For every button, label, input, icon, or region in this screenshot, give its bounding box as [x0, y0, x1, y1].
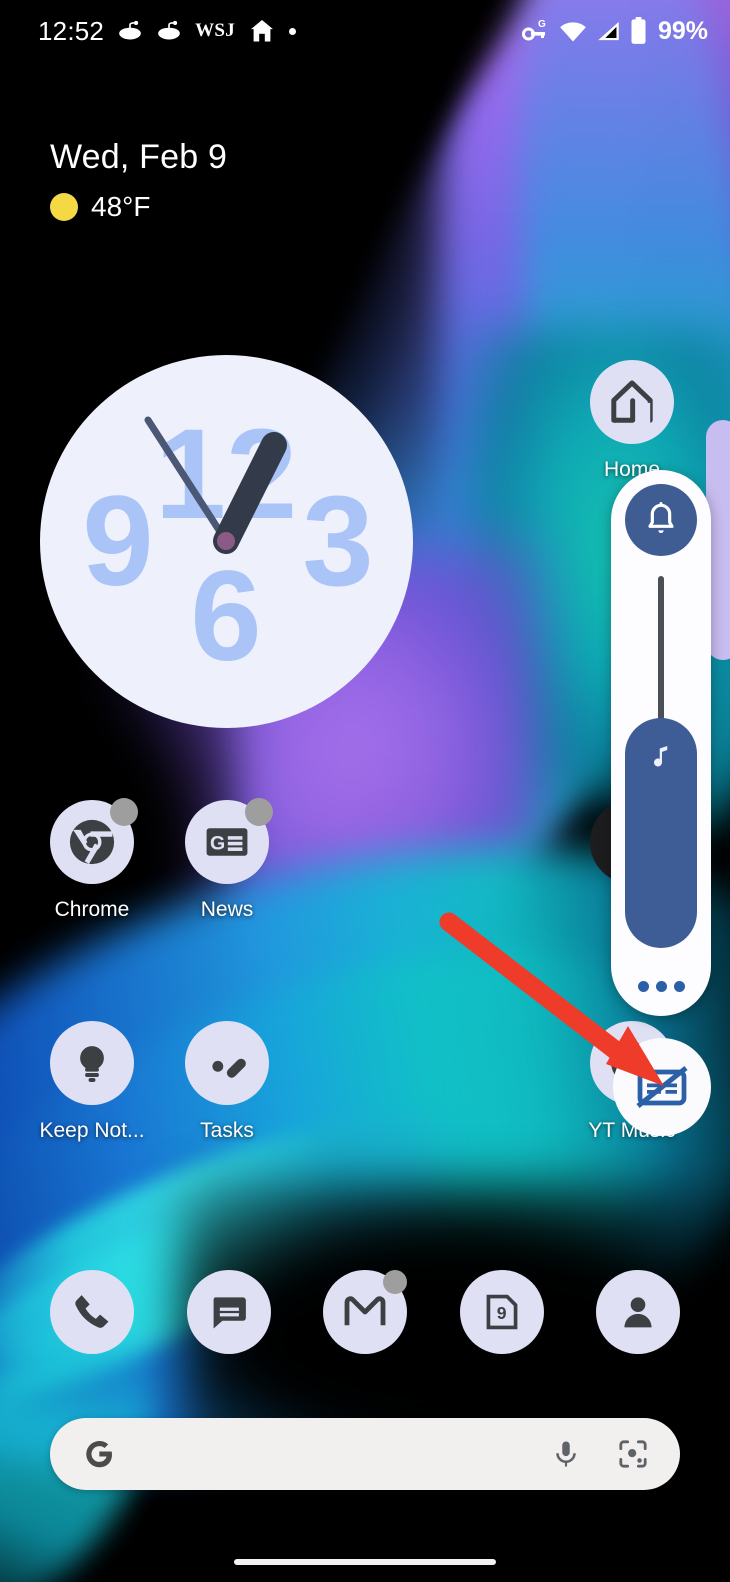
reddit-icon-2 — [156, 18, 182, 44]
clock-center-pin — [217, 532, 235, 550]
volume-slider[interactable] — [625, 576, 697, 948]
closed-captions-off-icon — [636, 1066, 688, 1108]
ring-mode-button[interactable] — [625, 484, 697, 556]
dock-item-calendar[interactable]: 9 — [459, 1270, 544, 1354]
dock-item-contacts[interactable] — [596, 1270, 680, 1354]
more-dot-2 — [655, 980, 667, 992]
app-news[interactable]: G News — [152, 798, 302, 922]
gesture-nav-pill[interactable] — [234, 1559, 496, 1565]
google-g-icon — [80, 1435, 118, 1473]
more-notifications-dot — [289, 27, 297, 35]
temperature: 48°F — [91, 191, 151, 222]
microphone-icon[interactable] — [550, 1438, 582, 1470]
cellular-signal-icon — [596, 19, 621, 43]
google-home-icon[interactable] — [590, 360, 674, 444]
messages-icon — [213, 1297, 246, 1329]
svg-text:9: 9 — [496, 1303, 506, 1323]
status-bar-left: 12:52 WSJ — [38, 16, 522, 47]
app-keep-notes[interactable]: Keep Not... — [17, 1021, 167, 1143]
dock-item-phone[interactable] — [50, 1270, 134, 1354]
chrome-icon[interactable] — [50, 798, 138, 884]
android-home-screen: 12:52 WSJ G 99% Wed, Feb 9 48°F 12 3 6 9… — [0, 0, 730, 1582]
app-tasks[interactable]: Tasks — [152, 1021, 302, 1143]
clock-numeral-3: 3 — [302, 470, 373, 613]
app-label-tasks: Tasks — [200, 1119, 254, 1142]
date-weather-widget[interactable]: Wed, Feb 9 48°F — [50, 138, 227, 223]
calendar-icon: 9 — [486, 1294, 517, 1330]
status-bar-clock: 12:52 — [38, 15, 105, 46]
google-tasks-icon[interactable] — [185, 1021, 269, 1105]
analog-clock-widget[interactable]: 12 3 6 9 — [40, 355, 413, 728]
keep-notes-icon[interactable] — [50, 1021, 134, 1105]
volume-settings-button[interactable] — [625, 964, 697, 1008]
sunny-icon — [50, 193, 78, 221]
dock[interactable]: 9 — [0, 1265, 730, 1359]
wifi-icon — [559, 19, 587, 43]
status-bar-right: G 99% — [521, 16, 708, 46]
current-date: Wed, Feb 9 — [50, 138, 228, 176]
captions-off-button[interactable] — [613, 1038, 711, 1136]
google-news-icon[interactable]: G — [185, 798, 273, 884]
dock-item-gmail[interactable] — [323, 1270, 407, 1354]
notification-dot-gmail — [383, 1270, 407, 1294]
home-notification-icon — [248, 17, 276, 45]
svg-text:G: G — [210, 833, 225, 855]
contacts-icon — [624, 1297, 652, 1328]
app-chrome[interactable]: Chrome — [17, 798, 167, 922]
more-dot-3 — [673, 980, 685, 992]
app-label-chrome: Chrome — [54, 898, 130, 921]
wsj-icon: WSJ — [195, 20, 236, 41]
app-label-news: News — [200, 898, 254, 921]
vpn-key-icon: G — [521, 18, 550, 44]
notification-dot-news — [245, 798, 273, 826]
google-search-bar[interactable] — [50, 1418, 680, 1490]
clock-numeral-9: 9 — [82, 470, 153, 613]
app-label-keep-notes: Keep Not... — [39, 1119, 145, 1142]
weather-row[interactable]: 48°F — [50, 191, 227, 223]
google-lens-icon[interactable] — [616, 1437, 650, 1471]
battery-icon — [630, 17, 647, 45]
music-note-icon — [654, 746, 668, 767]
more-dot-1 — [637, 980, 649, 992]
dock-item-messages[interactable] — [186, 1270, 271, 1354]
phone-icon — [75, 1295, 109, 1328]
reddit-icon — [117, 18, 143, 44]
notification-dot-chrome — [110, 798, 138, 826]
clock-numeral-6: 6 — [190, 545, 261, 688]
svg-text:G: G — [538, 19, 546, 30]
notification-bell-icon — [648, 502, 674, 533]
volume-slider-fill[interactable] — [625, 718, 697, 948]
status-bar[interactable]: 12:52 WSJ G 99% — [0, 0, 730, 62]
volume-control-panel[interactable] — [611, 470, 711, 1016]
gmail-icon — [344, 1296, 386, 1326]
app-home[interactable]: Home — [557, 360, 707, 482]
battery-percentage: 99% — [657, 16, 708, 45]
